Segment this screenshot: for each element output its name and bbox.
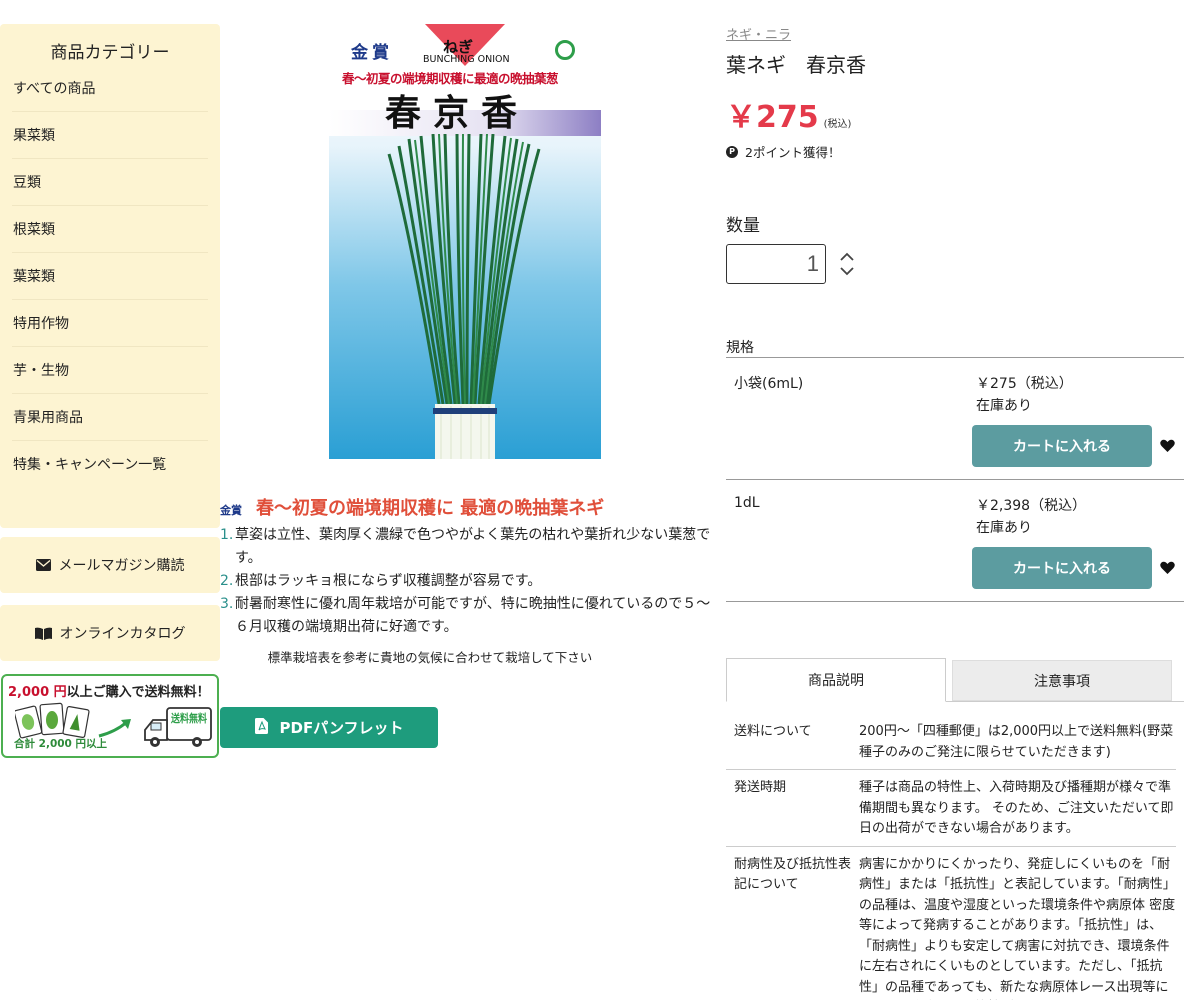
product-image[interactable]: 金賞 ねぎ BUNCHING ONION 春〜初夏の端境期収穫に最適の晩抽葉葱 … [329,24,601,459]
product-title: 葉ネギ 春京香 [726,53,866,77]
brand-logo-icon [555,40,575,60]
spec-label: 規格 [726,340,754,356]
product-tabs: 商品説明 注意事項 [726,658,1184,702]
banner-sub: 合計 2,000 円以上 [14,738,108,750]
category-item-potatoes[interactable]: 芋・生物 [12,347,208,394]
category-item-produce[interactable]: 青果用商品 [12,394,208,441]
info-row: 送料について 200円〜「四種郵便」は2,000円以上で送料無料(野菜種子のみの… [726,714,1176,770]
category-title: 商品カテゴリー [50,43,170,63]
feature-number: 3. [220,596,234,612]
pdf-button-label: PDFパンフレット [279,719,404,737]
banner-amount: 2,000 円 [8,685,67,700]
heart-icon[interactable] [1160,438,1175,457]
add-to-cart-button[interactable]: カートに入れる [972,425,1152,467]
online-catalog-label: オンラインカタログ [59,626,186,642]
sidebar: 商品カテゴリー すべての商品 果菜類 豆類 根菜類 葉菜類 特用作物 芋・生物 … [0,24,220,528]
quantity-row [726,244,1184,284]
category-item-campaigns[interactable]: 特集・キャンペーン一覧 [12,441,208,488]
chevron-down-icon[interactable] [840,267,854,276]
envelope-icon [35,559,51,571]
free-shipping-banner[interactable]: 2,000 円以上ご購入で送料無料！ 送料無料 合計 2,000 円以上 [1,674,219,758]
category-item-special-crops[interactable]: 特用作物 [12,300,208,347]
info-row: 耐病性及び抵抗性表記について 病害にかかりにくかったり、発症しにくいものを「耐病… [726,847,1176,1000]
category-item-leaf-vegetables[interactable]: 葉菜類 [12,253,208,300]
tab-notes[interactable]: 注意事項 [952,660,1172,701]
description-title: 春〜初夏の端境期収穫に 最適の晩抽葉ネギ [256,498,605,519]
category-item-fruit-vegetables[interactable]: 果菜類 [12,112,208,159]
category-item-root-vegetables[interactable]: 根菜類 [12,206,208,253]
info-key: 発送時期 [734,780,787,795]
price-tax-label: (税込) [823,119,852,130]
delivery-truck-icon: 送料無料 [141,706,213,754]
quantity-stepper [840,252,854,276]
product-description: 金賞 春〜初夏の端境期収穫に 最適の晩抽葉ネギ 1. 草姿は立性、葉肉厚く濃緑で色… [220,494,716,666]
variant-row: 1dL ￥2,398（税込） 在庫あり カートに入れる [726,480,1184,602]
feature-list: 1. 草姿は立性、葉肉厚く濃緑で色つやがよく葉先の枯れや葉折れ少ない葉葱です。 2… [220,524,716,639]
feature-item: 3. 耐暑耐寒性に優れ周年栽培が可能ですが、特に晩抽性に優れているので５〜６月収穫… [220,593,716,639]
package-english: BUNCHING ONION [423,54,510,65]
package-award: 金賞 [351,43,393,63]
online-catalog-button[interactable]: オンラインカタログ [0,605,220,661]
category-list: すべての商品 果菜類 豆類 根菜類 葉菜類 特用作物 芋・生物 青果用商品 特集… [12,65,208,488]
mail-magazine-button[interactable]: メールマガジン購読 [0,537,220,593]
variant-table: 小袋(6mL) ￥275（税込） 在庫あり カートに入れる 1dL ￥2,398… [726,357,1184,602]
chevron-up-icon[interactable] [840,252,854,261]
feature-item: 2. 根部はラッキョ根にならず収穫調整が容易です。 [220,570,716,593]
banner-headline: 2,000 円以上ご購入で送料無料！ [3,676,217,700]
category-item-beans[interactable]: 豆類 [12,159,208,206]
variant-stock: 在庫あり [976,520,1032,536]
cultivation-note: 標準栽培表を参考に貴地の気候に合わせて栽培して下さい [267,650,593,665]
scallion-illustration [387,134,541,459]
variant-stock: 在庫あり [976,398,1032,414]
variant-name: 小袋(6mL) [734,376,804,392]
mail-magazine-label: メールマガジン購読 [58,558,185,574]
variant-name: 1dL [734,495,760,511]
feature-text: 根部はラッキョ根にならず収穫調整が容易です。 [235,573,542,589]
heart-icon[interactable] [1160,560,1175,579]
book-open-icon [34,627,52,640]
feature-item: 1. 草姿は立性、葉肉厚く濃緑で色つやがよく葉先の枯れや葉折れ少ない葉葱です。 [220,524,716,570]
price-row: ￥275 (税込) [726,92,1184,136]
add-to-cart-button[interactable]: カートに入れる [972,547,1152,589]
quantity-label: 数量 [726,216,760,236]
points-text: 2ポイント獲得！ [745,145,841,160]
info-key: 耐病性及び抵抗性表記について [734,856,852,892]
svg-text:送料無料: 送料無料 [170,711,207,725]
description-award: 金賞 [220,504,242,517]
category-item-all[interactable]: すべての商品 [12,65,208,112]
info-value: 200円〜「四種郵便」は2,000円以上で送料無料(野菜種子のみのご発注に限らせ… [859,724,1174,760]
variant-price: ￥275（税込） [976,376,1073,392]
points-info: P 2ポイント獲得！ [726,142,1184,161]
package-name: 春京香 [385,92,530,134]
pdf-pamphlet-button[interactable]: PDFパンフレット [220,707,438,748]
points-icon: P [726,145,738,158]
info-table: 送料について 200円〜「四種郵便」は2,000円以上で送料無料(野菜種子のみの… [726,714,1176,1000]
quantity-input[interactable] [726,244,826,284]
banner-text: 以上ご購入で送料無料！ [66,685,210,700]
info-value: 病害にかかりにくかったり、発症しにくいものを「耐病性」または「抵抗性」と表記して… [859,856,1176,995]
info-value: 種子は商品の特性上、入荷時期及び播種期が様々で準備期間も異なります。 そのため、… [859,780,1174,836]
variant-row: 小袋(6mL) ￥275（税込） 在庫あり カートに入れる [726,358,1184,480]
info-row: 発送時期 種子は商品の特性上、入荷時期及び播種期が様々で準備期間も異なります。 … [726,770,1176,847]
feature-text: 耐暑耐寒性に優れ周年栽培が可能ですが、特に晩抽性に優れているので５〜６月収穫の端… [235,596,711,635]
feature-number: 2. [220,573,234,589]
feature-text: 草姿は立性、葉肉厚く濃緑で色つやがよく葉先の枯れや葉折れ少ない葉葱です。 [235,527,711,566]
product-price: ￥275 [726,100,819,135]
product-panel: ネギ・ニラ 葉ネギ 春京香 ￥275 (税込) P 2ポイント獲得！ 数量 [726,24,1184,284]
pdf-file-icon [254,717,268,738]
description-header: 金賞 春〜初夏の端境期収穫に 最適の晩抽葉ネギ [220,494,716,520]
category-box: 商品カテゴリー すべての商品 果菜類 豆類 根菜類 葉菜類 特用作物 芋・生物 … [0,24,220,528]
breadcrumb[interactable]: ネギ・ニラ [726,24,1184,43]
feature-number: 1. [220,527,234,543]
variant-price: ￥2,398（税込） [976,498,1087,514]
info-key: 送料について [734,724,812,739]
tab-product-description[interactable]: 商品説明 [726,658,946,702]
